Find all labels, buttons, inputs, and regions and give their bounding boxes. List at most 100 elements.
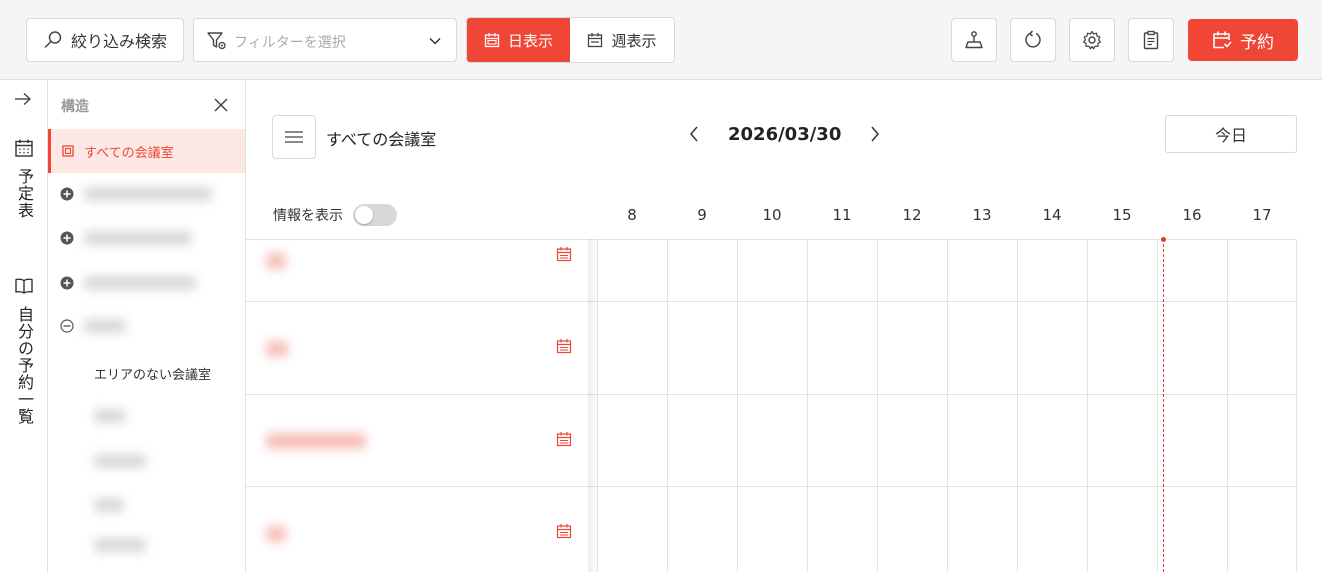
- plus-circle-icon: [60, 187, 74, 201]
- date-navigator: 2026/03/30: [682, 122, 887, 146]
- chevron-down-icon: [429, 37, 441, 45]
- calendar-icon: [15, 139, 33, 157]
- refresh-icon: [1025, 30, 1041, 48]
- week-view-label: 週表示: [611, 31, 657, 50]
- hour-label: 17: [1252, 206, 1272, 224]
- switch-knob: [355, 206, 373, 224]
- prev-day-button[interactable]: [682, 122, 706, 146]
- calendar-icon[interactable]: [556, 523, 572, 539]
- tree-item-no-area-rooms[interactable]: エリアのない会議室: [94, 364, 211, 383]
- plus-circle-icon: [60, 276, 74, 290]
- filter-placeholder: フィルターを選択: [234, 35, 346, 51]
- main-schedule: すべての会議室 2026/03/30 今日 情報を表示 8 9 10 11 12…: [246, 80, 1322, 572]
- show-info-label: 情報を表示: [273, 208, 343, 224]
- filter-gear-icon: [207, 32, 226, 50]
- hour-label: 12: [902, 206, 922, 224]
- grid-col-line: [667, 239, 668, 572]
- room-list-menu-button[interactable]: [272, 115, 316, 159]
- plus-circle-icon: [60, 231, 74, 245]
- day-view-button[interactable]: 日表示: [467, 18, 570, 62]
- show-info-switch[interactable]: [353, 204, 397, 226]
- rooms-icon: [62, 145, 74, 157]
- calendar-icon[interactable]: [556, 246, 572, 262]
- hour-label: 8: [627, 206, 637, 224]
- top-toolbar: 絞り込み検索 フィルターを選択 日表示 週表示 予約: [0, 0, 1322, 80]
- hour-label: 14: [1042, 206, 1062, 224]
- hour-label: 10: [762, 206, 782, 224]
- area-name-redacted: [84, 276, 196, 290]
- week-view-button[interactable]: 週表示: [570, 18, 674, 62]
- nav-my-reservations[interactable]: 自分の予約一覧: [0, 276, 48, 425]
- reserve-button[interactable]: 予約: [1188, 19, 1298, 61]
- tree-item-all-rooms-label: すべての会議室: [84, 145, 174, 161]
- grid-col-line: [1017, 239, 1018, 572]
- filter-select[interactable]: フィルターを選択: [193, 18, 457, 62]
- hour-label: 9: [697, 206, 707, 224]
- grid-col-line: [1087, 239, 1088, 572]
- floor-map-icon: [965, 31, 983, 49]
- grid-col-line: [1157, 239, 1158, 572]
- grid-col-line: [1296, 239, 1297, 572]
- tree-area-item[interactable]: [60, 276, 196, 290]
- close-icon[interactable]: [214, 98, 228, 112]
- room-name-redacted[interactable]: [94, 498, 124, 512]
- calendar-icon[interactable]: [556, 431, 572, 447]
- app-root: 絞り込み検索 フィルターを選択 日表示 週表示 予約 予定表 自分の予約一覧 構…: [0, 0, 1322, 572]
- calendar-check-icon: [1213, 31, 1232, 49]
- schedule-grid[interactable]: [246, 237, 1322, 572]
- search-button-label: 絞り込み検索: [70, 32, 167, 51]
- grid-col-line: [877, 239, 878, 572]
- room-name-redacted[interactable]: [94, 538, 146, 552]
- grid-col-line: [947, 239, 948, 572]
- hour-label: 15: [1112, 206, 1132, 224]
- tree-item-all-rooms[interactable]: すべての会議室: [48, 129, 245, 173]
- today-button[interactable]: 今日: [1165, 115, 1297, 153]
- room-name-redacted[interactable]: [94, 454, 146, 468]
- current-date: 2026/03/30: [728, 123, 842, 145]
- day-view-label: 日表示: [507, 31, 553, 50]
- tree-area-item-expanded[interactable]: [60, 319, 126, 333]
- area-name-redacted: [84, 319, 126, 333]
- room-name-redacted[interactable]: [266, 433, 366, 449]
- hour-label: 16: [1182, 206, 1202, 224]
- search-icon: [44, 31, 62, 48]
- reserve-label: 予約: [1240, 32, 1274, 53]
- area-name-redacted: [84, 231, 192, 245]
- arrow-right-icon[interactable]: [14, 92, 32, 106]
- nav-schedule-label: 予定表: [15, 168, 34, 219]
- clipboard-button[interactable]: [1128, 18, 1174, 62]
- structure-panel: 構造 すべての会議室 エリアのない会議室: [48, 80, 246, 572]
- room-name-redacted[interactable]: [266, 341, 288, 357]
- tree-area-item[interactable]: [60, 187, 212, 201]
- hour-header: 8 9 10 11 12 13 14 15 16 17: [597, 206, 1297, 224]
- chevron-right-icon: [871, 126, 880, 142]
- room-scope-label: すべての会議室: [326, 130, 437, 149]
- nav-my-reservations-label: 自分の予約一覧: [15, 306, 34, 425]
- nav-schedule[interactable]: 予定表: [0, 138, 48, 219]
- grid-col-line: [737, 239, 738, 572]
- hour-label: 11: [832, 206, 852, 224]
- tree-area-item[interactable]: [60, 231, 192, 245]
- refresh-button[interactable]: [1010, 18, 1056, 62]
- search-button[interactable]: 絞り込み検索: [26, 18, 184, 62]
- room-name-redacted[interactable]: [266, 253, 286, 269]
- grid-col-line: [1227, 239, 1228, 572]
- area-name-redacted: [84, 187, 212, 201]
- settings-button[interactable]: [1069, 18, 1115, 62]
- structure-title: 構造: [61, 99, 89, 115]
- room-row: [246, 239, 597, 301]
- room-name-redacted[interactable]: [94, 409, 126, 423]
- view-toggle: 日表示 週表示: [466, 17, 675, 63]
- book-icon: [15, 278, 33, 294]
- calendar-icon[interactable]: [556, 338, 572, 354]
- calendar-week-icon: [588, 33, 603, 48]
- chevron-left-icon: [690, 126, 698, 142]
- current-time-dot: [1161, 237, 1166, 242]
- next-day-button[interactable]: [863, 122, 887, 146]
- gear-icon: [1082, 30, 1102, 50]
- show-info-toggle-row: 情報を表示: [273, 204, 397, 226]
- hamburger-icon: [285, 131, 303, 143]
- room-name-redacted[interactable]: [266, 526, 286, 542]
- current-time-line: [1163, 239, 1164, 572]
- floor-map-button[interactable]: [951, 18, 997, 62]
